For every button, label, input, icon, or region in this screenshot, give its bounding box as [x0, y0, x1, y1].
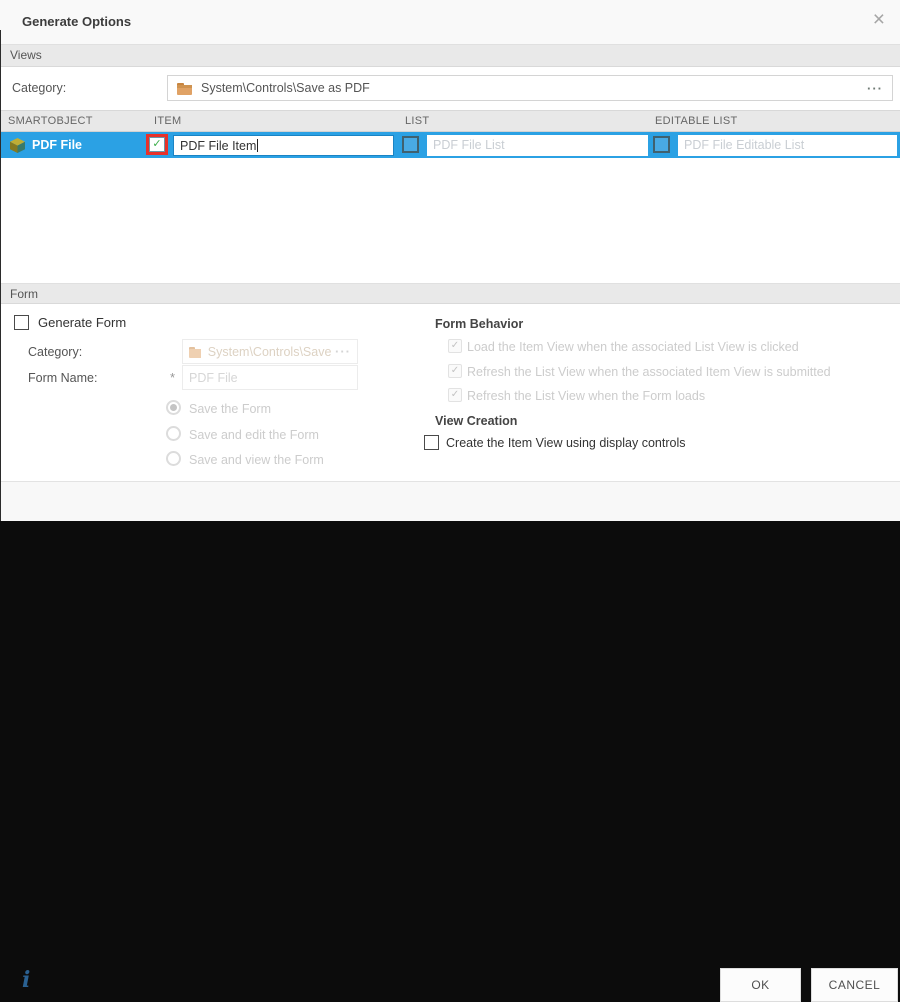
- table-header: SMARTOBJECT ITEM LIST EDITABLE LIST: [0, 110, 900, 132]
- smartobject-name: PDF File: [32, 132, 82, 158]
- form-category-ellipsis: ···: [335, 344, 351, 359]
- col-editable-list: EDITABLE LIST: [655, 111, 738, 131]
- create-item-view-label: Create the Item View using display contr…: [446, 436, 685, 450]
- col-list: LIST: [405, 111, 429, 131]
- form-section-header: Form: [0, 283, 900, 304]
- view-creation-heading: View Creation: [435, 414, 517, 428]
- info-icon: i: [22, 967, 30, 993]
- item-checkbox-highlight: ✓: [146, 134, 168, 155]
- item-name-value: PDF File Item: [180, 139, 256, 153]
- smartobject-cube-icon: [9, 137, 26, 154]
- radio-save-edit-form-label: Save and edit the Form: [189, 428, 319, 442]
- behavior-label-refresh-list-loads: Refresh the List View when the Form load…: [467, 389, 705, 403]
- radio-save-edit-form: [166, 426, 181, 441]
- browse-ellipsis-button[interactable]: ···: [867, 81, 883, 96]
- window-left-edge: [0, 30, 1, 521]
- folder-icon: [177, 82, 192, 95]
- check-icon: ✓: [451, 390, 459, 400]
- list-placeholder: PDF File List: [433, 138, 505, 152]
- behavior-label-refresh-list-submitted: Refresh the List View when the associate…: [467, 365, 831, 379]
- generate-form-label: Generate Form: [38, 315, 126, 330]
- required-asterisk: *: [170, 370, 175, 385]
- col-smartobject: SMARTOBJECT: [8, 111, 93, 131]
- list-checkbox[interactable]: [402, 136, 419, 153]
- radio-save-form-label: Save the Form: [189, 402, 271, 416]
- generate-options-dialog: Generate Options × Views Category: Syste…: [0, 0, 900, 521]
- form-name-input-disabled: PDF File: [182, 365, 358, 390]
- check-icon: ✓: [152, 139, 161, 150]
- form-name-label: Form Name:: [28, 371, 97, 385]
- col-item: ITEM: [154, 111, 181, 131]
- radio-selected-dot: [170, 404, 177, 411]
- radio-save-view-form-label: Save and view the Form: [189, 453, 324, 467]
- form-category-input-disabled: System\Controls\Save as F ···: [182, 339, 358, 364]
- form-category-value: System\Controls\Save as F: [208, 345, 335, 359]
- close-icon[interactable]: ×: [873, 8, 885, 32]
- item-checkbox[interactable]: ✓: [149, 137, 165, 152]
- views-category-value: System\Controls\Save as PDF: [201, 81, 370, 95]
- editable-list-checkbox[interactable]: [653, 136, 670, 153]
- form-category-label: Category:: [28, 345, 82, 359]
- views-category-label: Category:: [12, 81, 66, 95]
- behavior-checkbox-refresh-list-submitted: ✓: [448, 364, 462, 378]
- generate-form-checkbox[interactable]: [14, 315, 29, 330]
- behavior-checkbox-load-item-view: ✓: [448, 339, 462, 353]
- views-category-input[interactable]: System\Controls\Save as PDF ···: [167, 75, 893, 101]
- item-name-input[interactable]: PDF File Item: [173, 135, 394, 156]
- radio-save-form: [166, 400, 181, 415]
- form-section-label: Form: [10, 287, 38, 301]
- check-icon: ✓: [451, 341, 459, 351]
- create-item-view-checkbox[interactable]: [424, 435, 439, 450]
- radio-save-view-form: [166, 451, 181, 466]
- dialog-titlebar: Generate Options ×: [0, 0, 900, 44]
- check-icon: ✓: [451, 366, 459, 376]
- ok-button[interactable]: OK: [720, 968, 801, 1002]
- form-name-value: PDF File: [189, 371, 238, 385]
- dialog-title: Generate Options: [22, 0, 131, 44]
- editable-list-placeholder: PDF File Editable List: [684, 138, 804, 152]
- form-behavior-heading: Form Behavior: [435, 317, 523, 331]
- behavior-checkbox-refresh-list-loads: ✓: [448, 388, 462, 402]
- folder-icon: [189, 346, 201, 358]
- views-section-label: Views: [10, 48, 42, 62]
- text-caret: [257, 139, 258, 152]
- list-name-input[interactable]: PDF File List: [427, 135, 648, 156]
- editable-list-name-input[interactable]: PDF File Editable List: [678, 135, 897, 156]
- table-row[interactable]: PDF File ✓ PDF File Item PDF File List P…: [0, 132, 900, 158]
- behavior-label-load-item-view: Load the Item View when the associated L…: [467, 340, 799, 354]
- cancel-button[interactable]: CANCEL: [811, 968, 898, 1002]
- dialog-footer: i OK CANCEL: [0, 481, 900, 521]
- views-section-header: Views: [0, 44, 900, 67]
